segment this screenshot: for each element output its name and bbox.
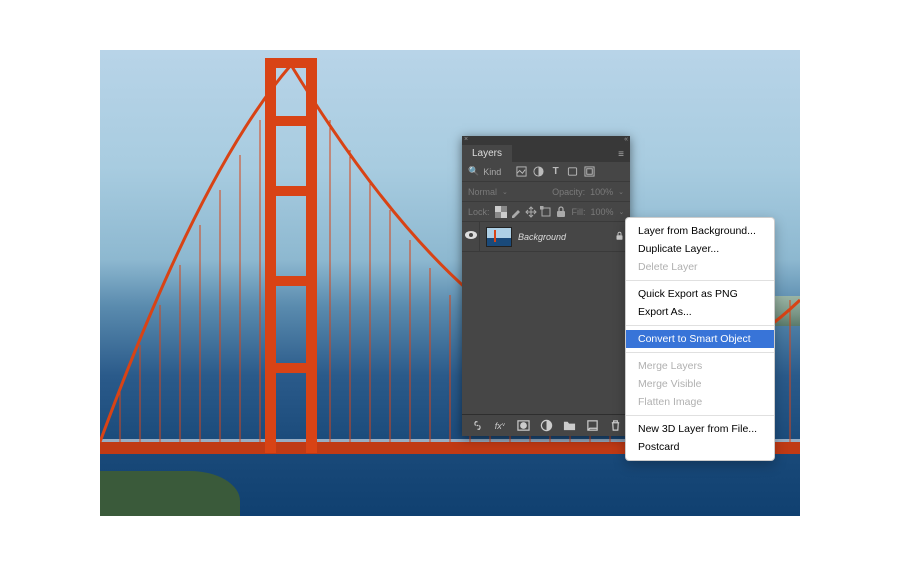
close-icon[interactable]: × — [464, 136, 468, 143]
menu-item[interactable]: Postcard — [626, 438, 774, 456]
panel-footer: fx˅ — [462, 414, 630, 436]
menu-separator — [626, 415, 774, 416]
menu-separator — [626, 325, 774, 326]
foreground-hill — [100, 471, 240, 516]
layer-lock-icon[interactable] — [615, 231, 624, 243]
lock-label: Lock: — [468, 207, 490, 217]
blend-mode-row: Normal ⌄ Opacity: 100% ⌄ — [462, 182, 630, 202]
filter-pixel-icon[interactable] — [515, 165, 528, 178]
filter-adjustment-icon[interactable] — [532, 165, 545, 178]
tab-layers[interactable]: Layers — [462, 145, 512, 162]
layer-context-menu: Layer from Background...Duplicate Layer.… — [625, 217, 775, 461]
new-group-icon[interactable] — [562, 419, 576, 433]
panel-menu-icon[interactable]: ≡ — [612, 147, 630, 162]
lock-transparency-icon[interactable] — [495, 206, 507, 218]
layer-row[interactable]: Background — [462, 222, 630, 252]
menu-item: Merge Layers — [626, 357, 774, 375]
menu-item[interactable]: Duplicate Layer... — [626, 240, 774, 258]
layers-list: Background — [462, 222, 630, 406]
collapse-icon[interactable]: « — [624, 136, 628, 143]
lock-artboard-icon[interactable] — [540, 206, 552, 218]
opacity-label: Opacity: — [552, 187, 585, 197]
new-layer-icon[interactable] — [585, 419, 599, 433]
layer-thumbnail[interactable] — [486, 227, 512, 247]
lock-pixels-icon[interactable] — [510, 206, 522, 218]
menu-separator — [626, 280, 774, 281]
menu-item: Flatten Image — [626, 393, 774, 411]
bridge-tower — [265, 58, 317, 453]
filter-shape-icon[interactable] — [566, 165, 579, 178]
visibility-eye-icon[interactable] — [465, 231, 477, 242]
lock-all-icon[interactable] — [555, 206, 567, 218]
delete-layer-icon[interactable] — [608, 419, 622, 433]
blend-mode-select[interactable]: Normal — [468, 187, 497, 197]
link-layers-icon[interactable] — [470, 419, 484, 433]
menu-item[interactable]: Layer from Background... — [626, 222, 774, 240]
opacity-chevron-icon[interactable]: ⌄ — [618, 188, 624, 196]
menu-item[interactable]: Quick Export as PNG — [626, 285, 774, 303]
menu-item[interactable]: New 3D Layer from File... — [626, 420, 774, 438]
menu-item: Delete Layer — [626, 258, 774, 276]
lock-row: Lock: Fill: 100% ⌄ — [462, 202, 630, 222]
menu-item[interactable]: Export As... — [626, 303, 774, 321]
fill-chevron-icon[interactable]: ⌄ — [619, 208, 625, 216]
menu-separator — [626, 352, 774, 353]
fill-value[interactable]: 100% — [591, 207, 614, 217]
opacity-value[interactable]: 100% — [590, 187, 613, 197]
filter-type-icon[interactable]: T — [549, 165, 562, 178]
adjustment-layer-icon[interactable] — [539, 419, 553, 433]
filter-kind-label[interactable]: Kind — [483, 167, 501, 177]
layer-filter-row: 🔍 Kind T — [462, 162, 630, 182]
filter-smart-icon[interactable] — [583, 165, 596, 178]
layer-name-label[interactable]: Background — [518, 232, 566, 242]
lock-position-icon[interactable] — [525, 206, 537, 218]
layer-style-icon[interactable]: fx˅ — [493, 419, 507, 433]
blend-mode-chevron-icon[interactable]: ⌄ — [502, 188, 508, 196]
search-icon[interactable]: 🔍 — [468, 166, 479, 177]
layers-panel: × « Layers ≡ 🔍 Kind T Normal ⌄ Opacity: … — [462, 136, 630, 436]
layer-mask-icon[interactable] — [516, 419, 530, 433]
fill-label: Fill: — [572, 207, 586, 217]
menu-item: Merge Visible — [626, 375, 774, 393]
menu-item[interactable]: Convert to Smart Object — [626, 330, 774, 348]
